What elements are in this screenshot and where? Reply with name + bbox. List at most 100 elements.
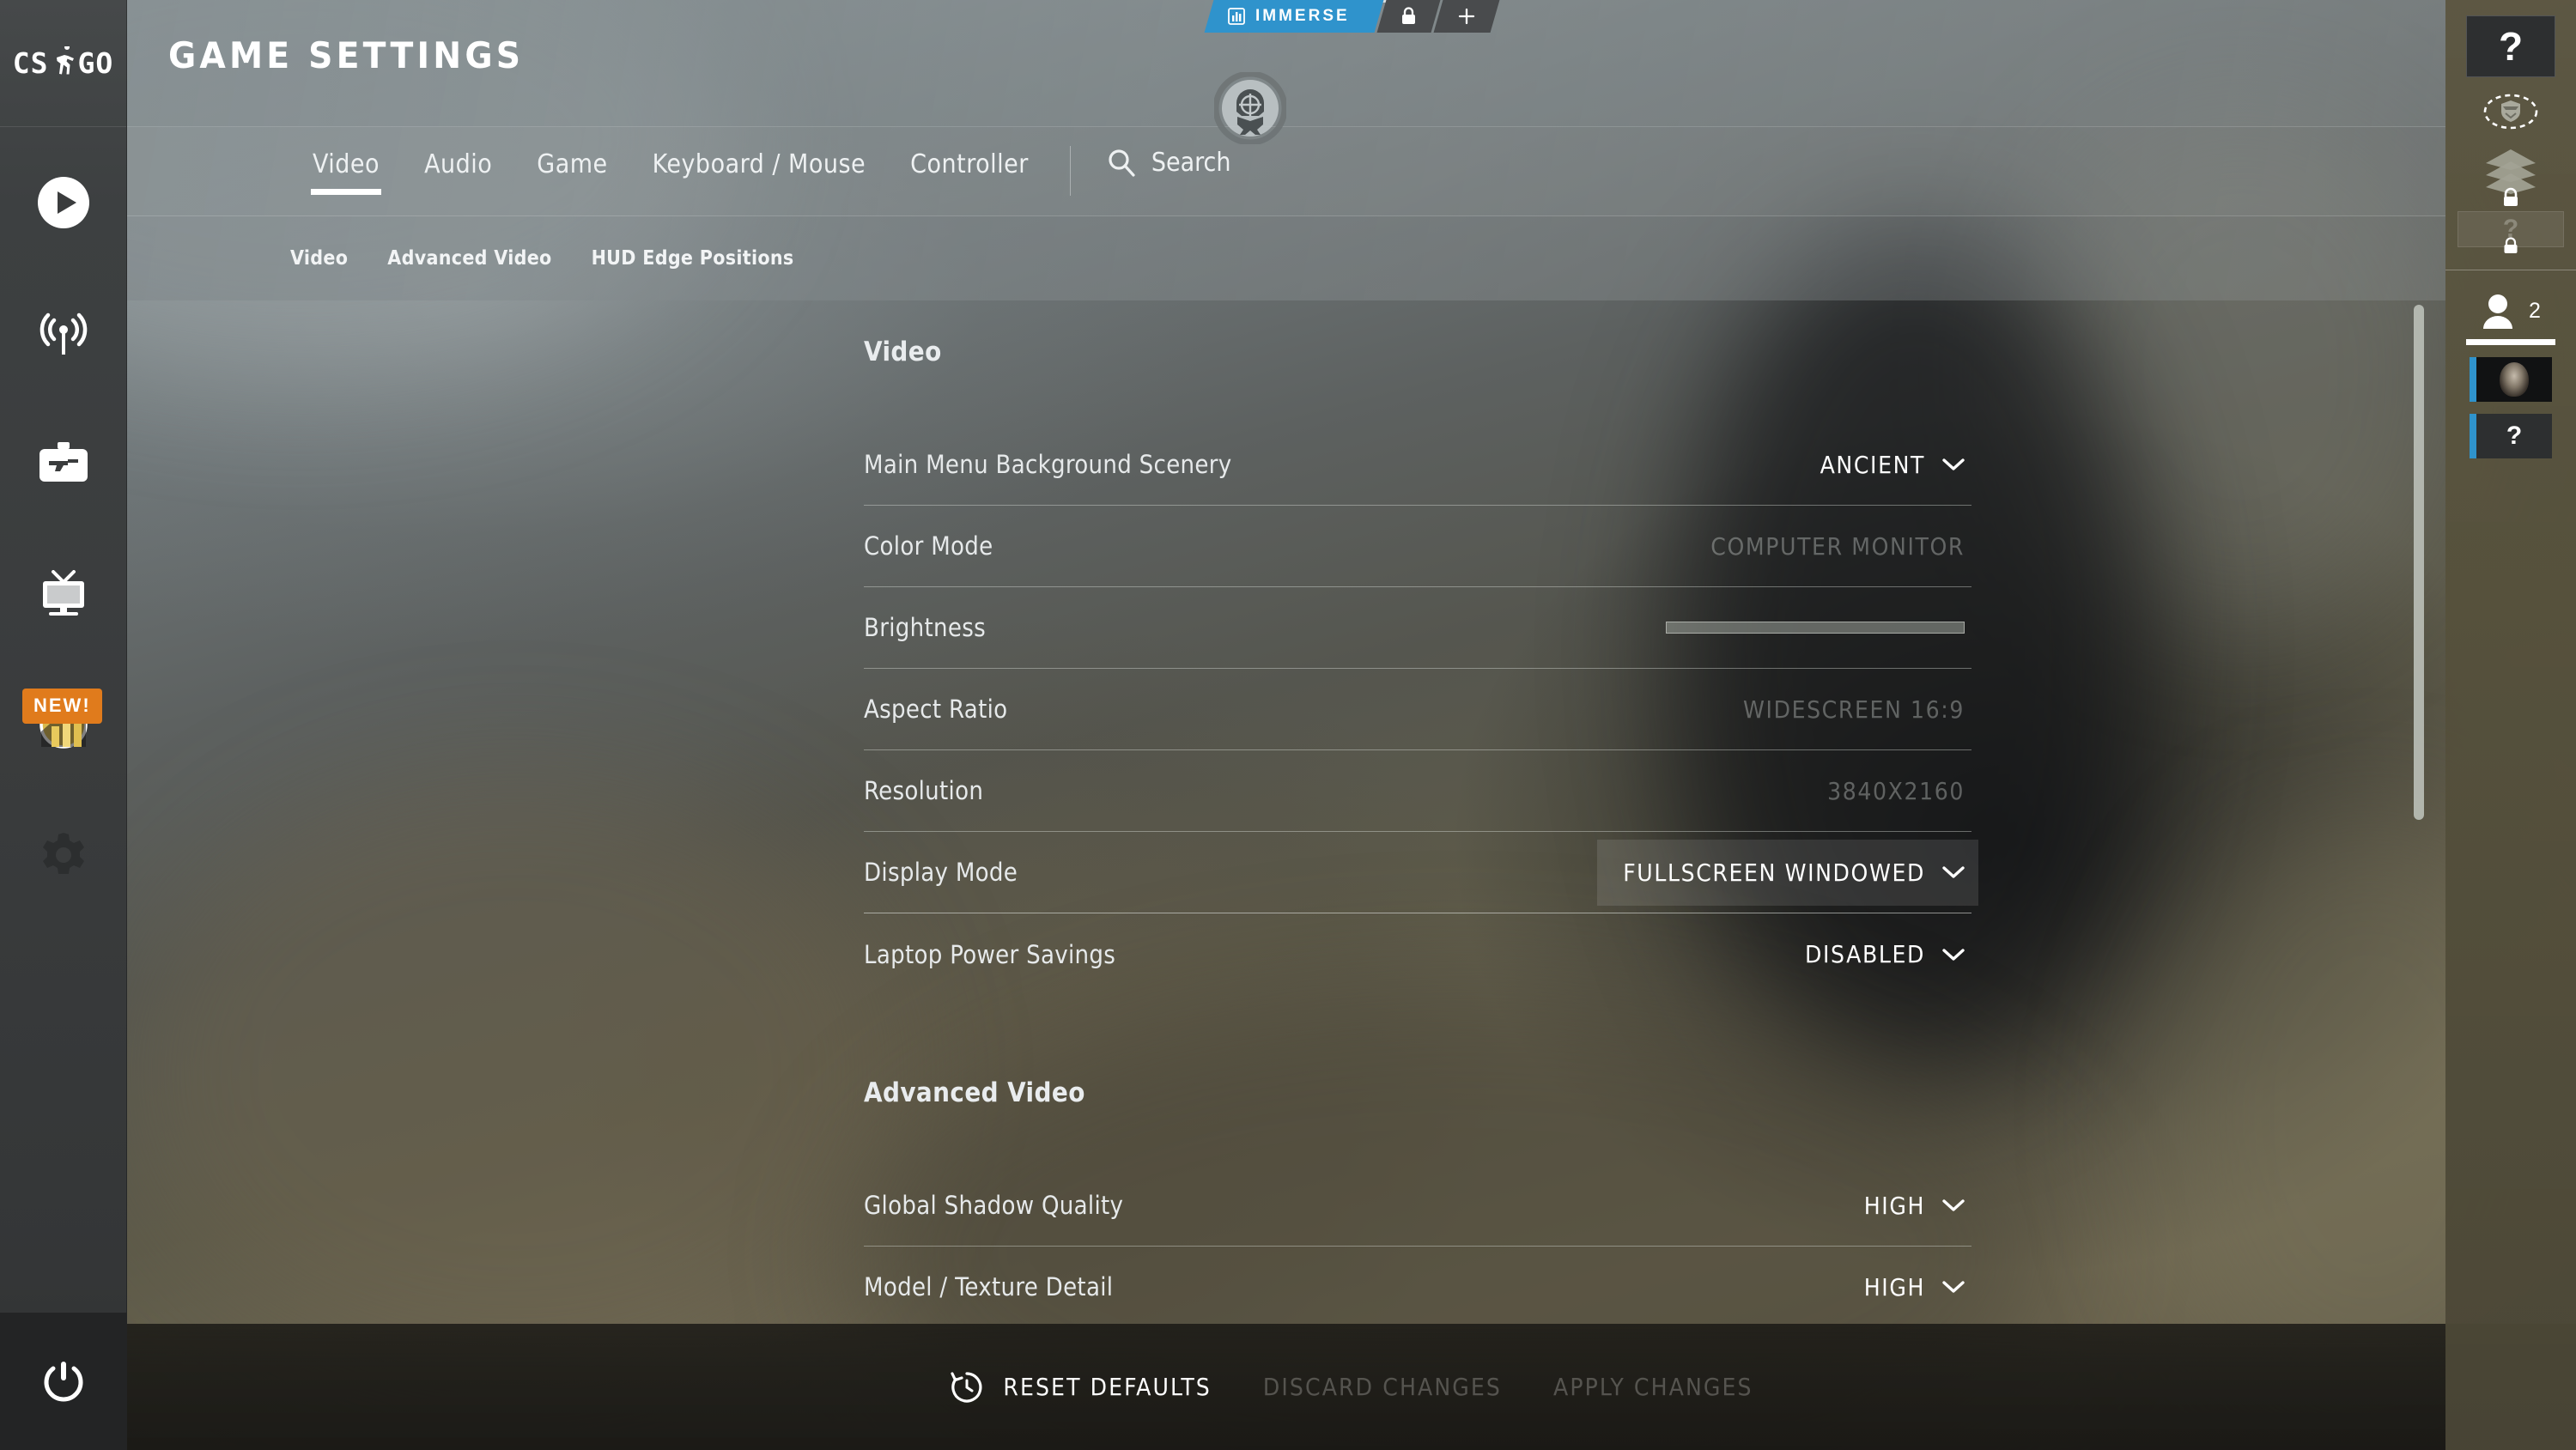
setting-value: ANCIENT: [1820, 450, 1925, 479]
friend-status-accent: [2470, 414, 2476, 458]
sidebar-item-settings[interactable]: [0, 790, 126, 920]
setting-row-main-menu-background-scenery[interactable]: Main Menu Background Scenery ANCIENT: [864, 424, 1971, 506]
search-button[interactable]: Search: [1090, 127, 1231, 178]
equalizer-icon: [1228, 8, 1245, 25]
reset-defaults-button[interactable]: RESET DEFAULTS: [924, 1370, 1237, 1404]
discard-changes-button[interactable]: DISCARD CHANGES: [1237, 1373, 1528, 1401]
setting-dropdown[interactable]: DISABLED: [1805, 940, 1971, 968]
search-icon: [1109, 149, 1135, 177]
immerse-lock-button[interactable]: [1376, 0, 1441, 33]
setting-row-display-mode[interactable]: Display Mode FULLSCREEN WINDOWED: [864, 832, 1978, 913]
friend-list-item[interactable]: [2470, 357, 2552, 402]
setting-label: Main Menu Background Scenery: [864, 450, 1232, 479]
broadcast-icon: [39, 312, 87, 355]
setting-row-laptop-power-savings[interactable]: Laptop Power Savings DISABLED: [864, 913, 1971, 995]
sidebar-item-play[interactable]: [0, 137, 126, 268]
player-avatar[interactable]: ?: [2466, 15, 2555, 77]
chevron-down-icon: [1942, 1281, 1965, 1293]
rank-chevrons-icon: [2486, 149, 2536, 206]
setting-readonly-value: WIDESCREEN 16:9: [1743, 695, 1971, 724]
setting-label: Resolution: [864, 776, 984, 805]
setting-value: WIDESCREEN 16:9: [1743, 695, 1965, 724]
apply-changes-label: APPLY CHANGES: [1553, 1373, 1753, 1401]
friends-underline: [2466, 339, 2555, 345]
chevron-down-icon: [1942, 458, 1965, 470]
tab-divider: [1069, 146, 1071, 196]
player-rank[interactable]: [2466, 144, 2555, 206]
csgo-logo[interactable]: CS GO: [0, 0, 126, 127]
subtab-video[interactable]: Video: [290, 247, 348, 270]
search-label: Search: [1151, 148, 1231, 178]
tab-keyboard-mouse[interactable]: Keyboard / Mouse: [630, 127, 888, 179]
medal-badge[interactable]: [2466, 93, 2555, 130]
setting-label: Global Shadow Quality: [864, 1191, 1124, 1220]
reset-defaults-label: RESET DEFAULTS: [1003, 1373, 1212, 1401]
tab-game[interactable]: Game: [514, 127, 629, 179]
csgo-settings-screen: CS GO NEW! GAME SETTINGS Video Audio Gam…: [0, 0, 2576, 1450]
sidebar-item-watch-broadcast[interactable]: [0, 268, 126, 398]
settings-scrollbar[interactable]: [2414, 305, 2424, 1320]
immerse-label: IMMERSE: [1255, 7, 1350, 25]
scrollbar-thumb[interactable]: [2414, 305, 2424, 820]
player-rank-locked[interactable]: ?: [2458, 211, 2564, 253]
setting-row-aspect-ratio: Aspect Ratio WIDESCREEN 16:9: [864, 669, 1971, 750]
tab-audio[interactable]: Audio: [402, 127, 514, 179]
setting-readonly-value: 3840X2160: [1827, 777, 1971, 805]
setting-dropdown[interactable]: FULLSCREEN WINDOWED: [1597, 839, 1978, 906]
history-rewind-icon: [951, 1371, 982, 1403]
lock-icon: [2504, 237, 2518, 253]
chevron-down-icon: [1942, 948, 1965, 961]
bottom-action-bar: RESET DEFAULTS DISCARD CHANGES APPLY CHA…: [127, 1324, 2576, 1450]
tv-icon: [42, 570, 84, 616]
quit-button[interactable]: [0, 1313, 127, 1450]
friend-avatar-image: [2476, 357, 2552, 402]
tab-video[interactable]: Video: [290, 127, 402, 195]
primary-tab-bar: Video Audio Game Keyboard / Mouse Contro…: [127, 127, 2445, 216]
power-icon: [44, 1362, 83, 1402]
setting-value: HIGH: [1863, 1272, 1925, 1301]
immerse-banner[interactable]: IMMERSE: [1204, 0, 1500, 33]
setting-label: Color Mode: [864, 531, 993, 561]
sidebar-item-watch[interactable]: [0, 529, 126, 659]
subtab-hud-edge-positions[interactable]: HUD Edge Positions: [592, 247, 794, 270]
section-title-video: Video: [864, 337, 942, 367]
friend-avatar-placeholder: ?: [2506, 422, 2523, 450]
tab-controller[interactable]: Controller: [888, 127, 1051, 179]
friend-face: [2500, 362, 2529, 397]
logo-text-right: GO: [77, 46, 114, 80]
gear-icon: [42, 833, 84, 874]
lock-icon: [1401, 7, 1415, 24]
logo-text-left: CS: [12, 46, 49, 80]
setting-dropdown[interactable]: ANCIENT: [1820, 451, 1971, 479]
brightness-slider[interactable]: [1666, 622, 1965, 634]
setting-label: Laptop Power Savings: [864, 939, 1116, 969]
plus-icon: [1458, 8, 1474, 25]
medal-badge-icon: [2483, 94, 2538, 130]
immerse-add-button[interactable]: [1433, 0, 1500, 33]
weapon-case-icon: [39, 442, 88, 482]
setting-slider-wrap[interactable]: [1666, 622, 1971, 634]
setting-row-brightness[interactable]: Brightness: [864, 587, 1971, 669]
setting-readonly-value: COMPUTER MONITOR: [1710, 532, 1971, 561]
avatar-placeholder: ?: [2498, 24, 2524, 69]
setting-label: Model / Texture Detail: [864, 1272, 1114, 1301]
chevron-down-icon: [1942, 866, 1965, 878]
sidebar-item-stats[interactable]: NEW!: [0, 659, 126, 790]
setting-row-resolution: Resolution 3840X2160: [864, 750, 1971, 832]
sidebar-items: NEW!: [0, 127, 126, 920]
setting-value: COMPUTER MONITOR: [1710, 531, 1965, 561]
page-title: GAME SETTINGS: [168, 34, 525, 76]
left-sidebar: CS GO NEW!: [0, 0, 127, 1450]
setting-row-global-shadow-quality[interactable]: Global Shadow Quality HIGH: [864, 1165, 1971, 1247]
apply-changes-button[interactable]: APPLY CHANGES: [1528, 1373, 1779, 1401]
friends-header[interactable]: 2: [2445, 293, 2576, 329]
immerse-label-group[interactable]: IMMERSE: [1204, 0, 1384, 33]
friend-list-item[interactable]: ?: [2470, 414, 2552, 458]
subtab-advanced-video[interactable]: Advanced Video: [387, 247, 551, 270]
sidebar-item-inventory[interactable]: [0, 398, 126, 529]
setting-value: 3840X2160: [1827, 776, 1965, 805]
setting-dropdown[interactable]: HIGH: [1864, 1192, 1971, 1220]
setting-dropdown[interactable]: HIGH: [1864, 1273, 1971, 1301]
setting-row-model-texture-detail[interactable]: Model / Texture Detail HIGH: [864, 1247, 1971, 1324]
discard-changes-label: DISCARD CHANGES: [1262, 1373, 1502, 1401]
